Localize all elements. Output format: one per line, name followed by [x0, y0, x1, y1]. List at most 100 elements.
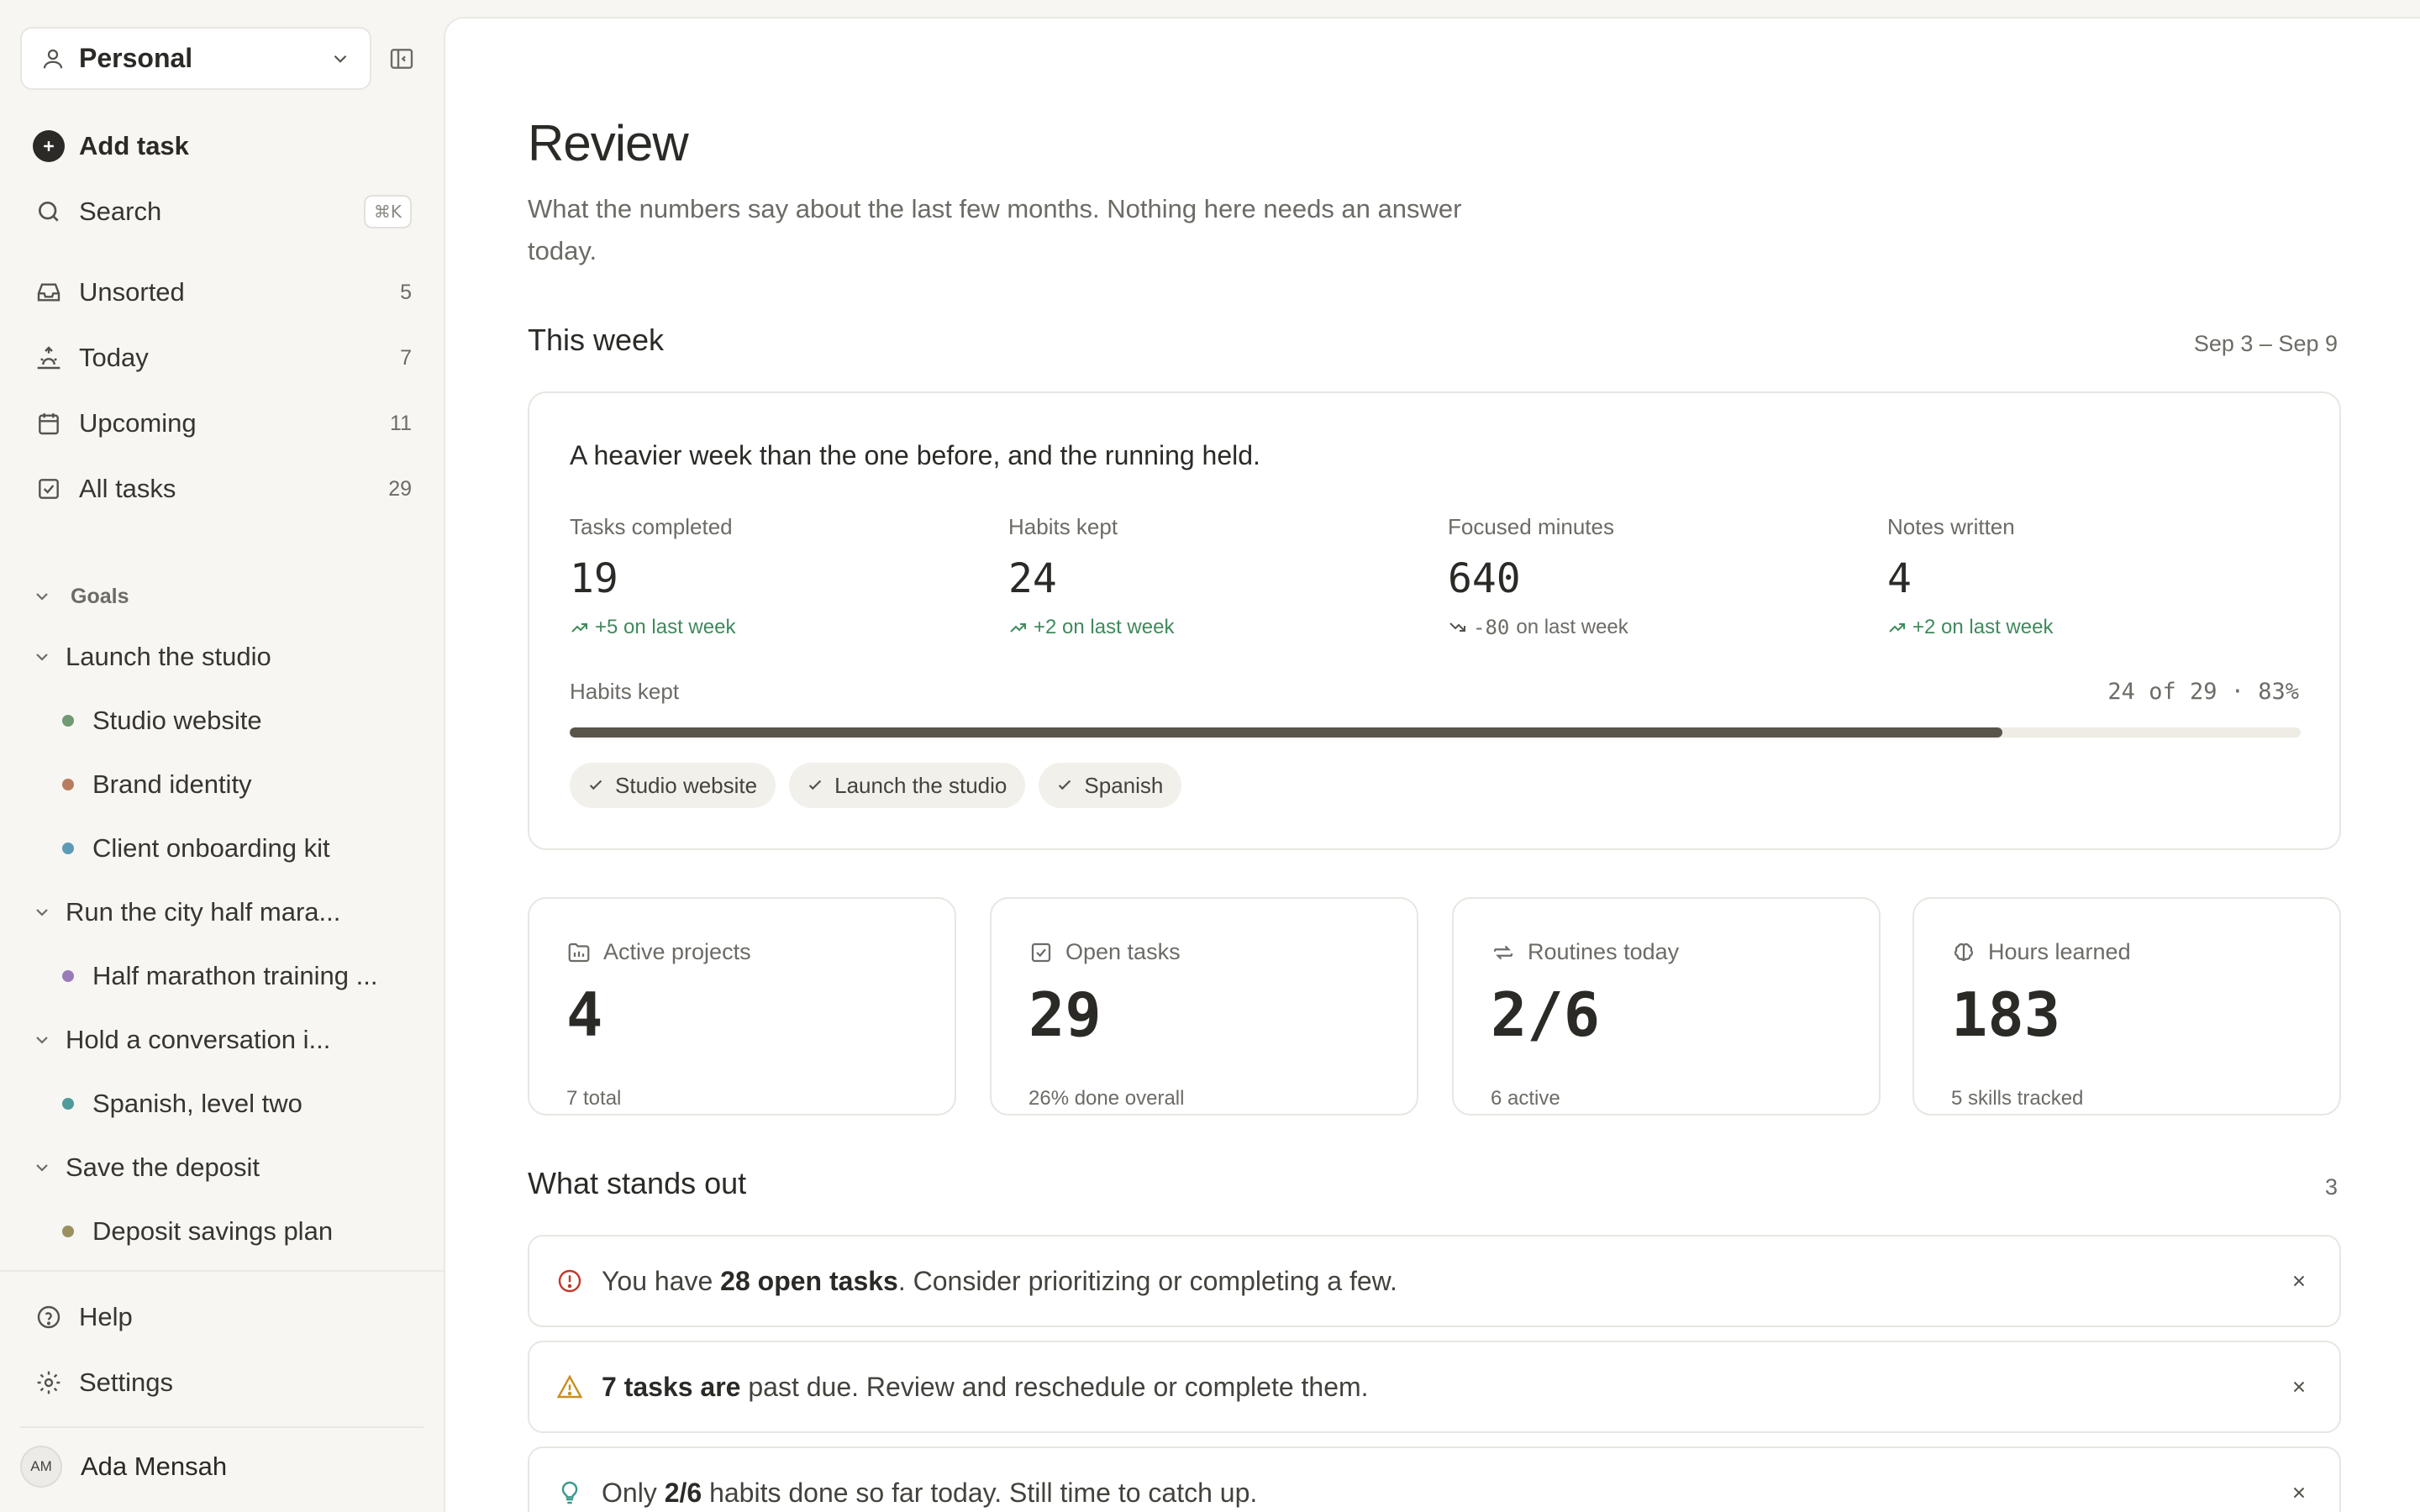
sidebar-divider: [0, 1270, 444, 1272]
stands-out-count: 3: [2324, 1174, 2338, 1200]
sidebar-item-upcoming[interactable]: Upcoming 11: [32, 400, 412, 447]
metric-card-routines-today[interactable]: Routines today 2/6 6 active: [1452, 897, 1881, 1116]
help-button[interactable]: Help: [32, 1294, 412, 1341]
goal-item[interactable]: Hold a conversation i...: [32, 1016, 412, 1063]
project-color-dot: [62, 1098, 74, 1110]
alert-open-tasks: You have 28 open tasks. Consider priorit…: [528, 1235, 2341, 1327]
sidebar-item-label: Upcoming: [79, 408, 197, 438]
chevron-down-icon: [32, 1158, 52, 1178]
this-week-card: A heavier week than the one before, and …: [528, 391, 2341, 850]
search-button[interactable]: Search ⌘K: [32, 188, 412, 235]
sidebar-item-unsorted[interactable]: Unsorted 5: [32, 269, 412, 316]
stat-label: Notes written: [1887, 514, 2015, 539]
sidebar-item-label: Unsorted: [79, 277, 185, 307]
goals-heading: Goals: [71, 584, 129, 608]
folder-icon: [566, 940, 592, 965]
stat-tasks-completed: Tasks completed 19 +5 on last week: [570, 514, 990, 639]
plus-icon: [33, 130, 65, 162]
stat-delta-value: -80: [1473, 616, 1510, 639]
sidebar-item-count: 5: [400, 280, 412, 304]
project-color-dot: [62, 843, 74, 854]
metric-sub: 6 active: [1491, 1087, 1560, 1110]
habit-chip[interactable]: Launch the studio: [789, 763, 1026, 808]
search-icon: [32, 195, 66, 228]
warning-triangle-icon: [556, 1373, 583, 1400]
settings-button[interactable]: Settings: [32, 1359, 412, 1406]
check-icon: [808, 780, 822, 790]
sidebar-item-label: All tasks: [79, 474, 176, 503]
goal-item[interactable]: Launch the studio: [32, 633, 412, 680]
project-item[interactable]: Client onboarding kit: [62, 825, 415, 872]
project-label: Brand identity: [92, 769, 252, 799]
page-title: Review: [528, 115, 689, 171]
project-item[interactable]: Studio website: [62, 697, 415, 744]
metric-label: Active projects: [603, 939, 751, 964]
close-icon[interactable]: [2286, 1479, 2312, 1506]
metric-card-open-tasks[interactable]: Open tasks 29 26% done overall: [990, 897, 1418, 1116]
habits-bar-label: Habits kept: [570, 679, 680, 704]
alert-habits: Only 2/6 habits done so far today. Still…: [528, 1446, 2341, 1512]
project-item[interactable]: Deposit savings plan: [62, 1208, 415, 1255]
project-color-dot: [62, 970, 74, 982]
sidebar-item-all-tasks[interactable]: All tasks 29: [32, 465, 412, 512]
calendar-icon: [32, 407, 66, 440]
avatar: AM: [20, 1446, 62, 1488]
goal-item[interactable]: Run the city half mara...: [32, 889, 412, 936]
chevron-down-icon: [32, 902, 52, 922]
chevron-down-icon: [32, 586, 52, 606]
sidebar-collapse-icon[interactable]: [388, 45, 415, 72]
alert-message: Only 2/6 habits done so far today. Still…: [602, 1477, 1258, 1508]
habit-chip[interactable]: Studio website: [570, 763, 776, 808]
project-item[interactable]: Brand identity: [62, 761, 415, 808]
goals-section-toggle[interactable]: Goals: [32, 580, 129, 613]
sidebar-item-label: Today: [79, 343, 149, 372]
project-label: Deposit savings plan: [92, 1216, 334, 1246]
habit-chip-label: Spanish: [1084, 772, 1164, 798]
project-label: Client onboarding kit: [92, 833, 330, 863]
check-icon: [1059, 780, 1071, 790]
sidebar: Personal Add task Search ⌘K Unsorted 5 T…: [0, 0, 444, 1512]
metric-card-active-projects[interactable]: Active projects 4 7 total: [528, 897, 956, 1116]
alert-circle-icon: [556, 1268, 583, 1294]
habit-chip[interactable]: Spanish: [1039, 763, 1182, 808]
metric-sub: 7 total: [566, 1087, 622, 1110]
week-summary: A heavier week than the one before, and …: [570, 440, 1260, 470]
stat-label: Tasks completed: [570, 514, 733, 539]
stat-value: 24: [1008, 555, 1057, 602]
sidebar-item-today[interactable]: Today 7: [32, 334, 412, 381]
sidebar-item-count: 11: [390, 411, 412, 435]
user-name: Ada Mensah: [81, 1452, 228, 1481]
metric-card-hours-learned[interactable]: Hours learned 183 5 skills tracked: [1912, 897, 2341, 1116]
stat-delta: +2 on last week: [1008, 616, 1428, 639]
goal-label: Launch the studio: [66, 642, 271, 671]
goal-label: Save the deposit: [66, 1152, 260, 1182]
stat-label: Focused minutes: [1448, 514, 1614, 539]
alert-past-due: 7 tasks are past due. Review and resched…: [528, 1341, 2341, 1433]
project-item[interactable]: Half marathon training ...: [62, 953, 415, 1000]
project-label: Spanish, level two: [92, 1089, 302, 1118]
stat-delta-text: +5 on last week: [595, 616, 736, 638]
habit-chip-label: Launch the studio: [834, 772, 1007, 798]
stat-value: 640: [1448, 555, 1521, 602]
stat-delta-text: +2 on last week: [1034, 616, 1175, 638]
habits-progress-bar: [570, 727, 2301, 738]
repeat-icon: [1491, 940, 1516, 965]
habit-chips: Studio website Launch the studio Spanish: [570, 763, 1182, 808]
project-color-dot: [62, 1226, 74, 1237]
inbox-icon: [32, 276, 66, 309]
close-icon[interactable]: [2286, 1268, 2312, 1294]
project-color-dot: [62, 715, 74, 727]
user-profile[interactable]: AM Ada Mensah: [20, 1443, 227, 1490]
help-label: Help: [79, 1302, 133, 1331]
this-week-heading: This week: [528, 323, 665, 357]
project-item[interactable]: Spanish, level two: [62, 1080, 415, 1127]
chevron-down-icon: [32, 1030, 52, 1050]
gear-icon: [32, 1366, 66, 1399]
metric-sub: 26% done overall: [1028, 1087, 1185, 1110]
close-icon[interactable]: [2286, 1373, 2312, 1400]
goal-item[interactable]: Save the deposit: [32, 1144, 412, 1191]
stat-notes-written: Notes written 4 +2 on last week: [1887, 514, 2307, 639]
workspace-name: Personal: [79, 43, 193, 73]
add-task-button[interactable]: Add task: [32, 123, 412, 170]
workspace-switcher[interactable]: Personal: [20, 27, 371, 90]
